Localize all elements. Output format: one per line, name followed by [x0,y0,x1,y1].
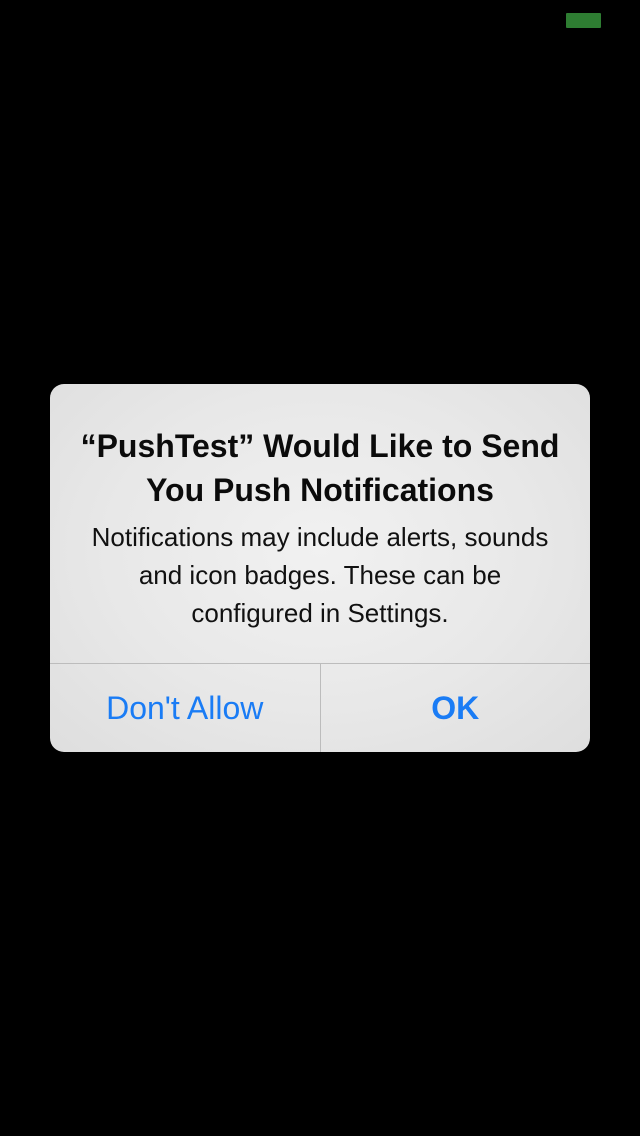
push-notification-permission-alert: “PushTest” Would Like to Send You Push N… [50,384,590,752]
app-screen: “PushTest” Would Like to Send You Push N… [0,0,640,1136]
alert-message: Notifications may include alerts, sounds… [91,522,549,628]
dont-allow-button[interactable]: Don't Allow [50,664,321,752]
alert-button-row: Don't Allow OK [50,663,590,752]
ok-button[interactable]: OK [321,664,591,752]
alert-body: “PushTest” Would Like to Send You Push N… [50,384,590,663]
battery-icon [566,13,601,28]
alert-title: “PushTest” Would Like to Send You Push N… [80,428,560,508]
